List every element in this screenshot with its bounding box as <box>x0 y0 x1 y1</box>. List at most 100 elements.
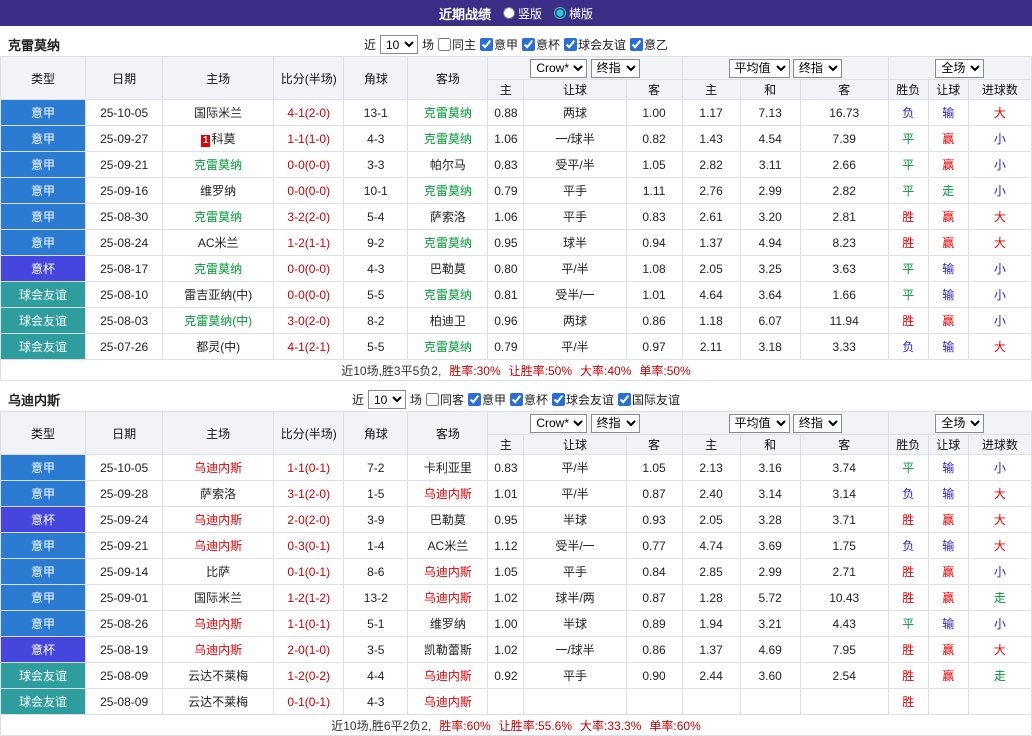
match-score[interactable]: 0-3(0-1) <box>273 532 345 559</box>
bookmaker-select[interactable]: Crow* <box>530 58 588 78</box>
match-score[interactable]: 3-0(2-0) <box>273 307 345 334</box>
away-team[interactable]: 巴勒莫 <box>407 506 489 533</box>
home-team[interactable]: 云达不莱梅 <box>162 662 275 689</box>
league-filter[interactable]: 意杯 <box>522 36 560 53</box>
away-team[interactable]: 克雷莫纳 <box>407 333 489 360</box>
same-venue-checkbox[interactable] <box>425 393 439 406</box>
match-score[interactable]: 2-0(2-0) <box>273 506 345 533</box>
match-score[interactable]: 1-2(1-1) <box>273 229 345 256</box>
match-score[interactable]: 2-0(1-0) <box>273 636 345 663</box>
same-venue-filter[interactable]: 同主 <box>437 36 476 53</box>
away-team[interactable]: 克雷莫纳 <box>407 229 489 256</box>
home-team[interactable]: 乌迪内斯 <box>162 506 275 533</box>
scope-select[interactable]: 全场 <box>935 413 985 433</box>
home-team[interactable]: 都灵(中) <box>162 333 275 360</box>
final-odds-select[interactable]: 终指 <box>590 413 640 433</box>
away-team[interactable]: AC米兰 <box>407 532 489 559</box>
home-team[interactable]: 乌迪内斯 <box>162 636 275 663</box>
away-team[interactable]: 乌迪内斯 <box>407 558 489 585</box>
home-team[interactable]: 雷吉亚纳(中) <box>162 281 275 308</box>
league-filter[interactable]: 意甲 <box>479 36 518 53</box>
home-team[interactable]: 克雷莫纳 <box>162 151 275 178</box>
home-team[interactable]: 克雷莫纳(中) <box>162 307 275 334</box>
away-team[interactable]: 乌迪内斯 <box>407 480 489 507</box>
vertical-layout-radio[interactable] <box>502 7 515 19</box>
match-score[interactable]: 0-0(0-0) <box>273 255 345 282</box>
horizontal-layout-radio[interactable] <box>554 7 566 19</box>
layout-vertical-option[interactable]: 竖版 <box>502 5 542 22</box>
league-checkbox[interactable] <box>552 393 566 406</box>
same-venue-filter[interactable]: 同客 <box>425 391 464 408</box>
match-score[interactable]: 1-1(0-1) <box>273 610 345 637</box>
away-team[interactable]: 乌迪内斯 <box>407 662 489 689</box>
home-team[interactable]: 1 科莫 <box>162 125 275 152</box>
home-team[interactable]: 国际米兰 <box>162 99 275 126</box>
home-team[interactable]: 国际米兰 <box>162 584 275 611</box>
scope-select[interactable]: 全场 <box>935 58 985 78</box>
away-team[interactable]: 帕尔马 <box>407 151 489 178</box>
bookmaker-select[interactable]: Crow* <box>530 413 588 433</box>
home-team[interactable]: 乌迪内斯 <box>162 610 275 637</box>
match-score[interactable]: 1-2(0-2) <box>273 662 345 689</box>
home-team[interactable]: 乌迪内斯 <box>162 532 275 559</box>
league-checkbox[interactable] <box>510 393 523 406</box>
league-checkbox[interactable] <box>522 38 535 51</box>
away-team[interactable]: 维罗纳 <box>407 610 489 637</box>
match-score[interactable]: 1-1(1-0) <box>273 125 345 152</box>
match-score[interactable]: 0-0(0-0) <box>273 281 345 308</box>
away-team[interactable]: 凯勒蕾斯 <box>407 636 489 663</box>
final-odds-select-2[interactable]: 终指 <box>792 413 842 433</box>
league-checkbox[interactable] <box>479 38 493 51</box>
home-team[interactable]: 乌迪内斯 <box>162 454 275 481</box>
away-team[interactable]: 乌迪内斯 <box>407 688 489 715</box>
league-filter[interactable]: 意杯 <box>510 391 548 408</box>
home-team[interactable]: AC米兰 <box>162 229 275 256</box>
home-team[interactable]: 云达不莱梅 <box>162 688 275 715</box>
home-team[interactable]: 萨索洛 <box>162 480 275 507</box>
away-team[interactable]: 乌迪内斯 <box>407 584 489 611</box>
filter-bar: 近 10 场 同主 意甲 意杯 球会友谊 意乙 <box>364 35 668 54</box>
match-score[interactable]: 1-1(0-1) <box>273 454 345 481</box>
match-score[interactable]: 1-2(1-2) <box>273 584 345 611</box>
match-score[interactable]: 4-1(2-0) <box>273 99 345 126</box>
home-team[interactable]: 比萨 <box>162 558 275 585</box>
match-count-select[interactable]: 10 <box>367 390 406 409</box>
away-team[interactable]: 克雷莫纳 <box>407 99 489 126</box>
away-team[interactable]: 巴勒莫 <box>407 255 489 282</box>
home-team[interactable]: 克雷莫纳 <box>162 255 275 282</box>
final-odds-select[interactable]: 终指 <box>590 58 640 78</box>
match-score[interactable]: 0-0(0-0) <box>273 177 345 204</box>
home-team[interactable]: 克雷莫纳 <box>162 203 275 230</box>
layout-horizontal-option[interactable]: 横版 <box>554 5 593 22</box>
match-row: 意甲 25-09-27 1 科莫 1-1(1-0) 4-3 克雷莫纳 1.06 一/球半 0.82… <box>0 125 1032 152</box>
away-team[interactable]: 克雷莫纳 <box>407 125 489 152</box>
average-odds-select[interactable]: 平均值 <box>728 413 790 433</box>
home-team[interactable]: 维罗纳 <box>162 177 275 204</box>
match-count-select[interactable]: 10 <box>379 35 418 54</box>
league-filter[interactable]: 球会友谊 <box>552 391 614 408</box>
league-checkbox[interactable] <box>564 38 578 51</box>
league-checkbox[interactable] <box>467 393 481 406</box>
league-checkbox[interactable] <box>630 38 644 51</box>
match-score[interactable]: 4-1(2-1) <box>273 333 345 360</box>
match-score[interactable]: 0-1(0-1) <box>273 558 345 585</box>
league-filter[interactable]: 意甲 <box>467 391 506 408</box>
away-team[interactable]: 柏迪卫 <box>407 307 489 334</box>
league-checkbox[interactable] <box>618 393 632 406</box>
corner-score: 3-9 <box>343 506 409 533</box>
away-team[interactable]: 萨索洛 <box>407 203 489 230</box>
final-odds-select-2[interactable]: 终指 <box>792 58 842 78</box>
match-score[interactable]: 3-1(2-0) <box>273 480 345 507</box>
match-score[interactable]: 0-0(0-0) <box>273 151 345 178</box>
league-filter[interactable]: 国际友谊 <box>618 391 680 408</box>
same-venue-checkbox[interactable] <box>437 38 451 51</box>
league-filter[interactable]: 意乙 <box>630 36 668 53</box>
average-odds-select[interactable]: 平均值 <box>728 58 790 78</box>
away-team[interactable]: 克雷莫纳 <box>407 177 489 204</box>
away-team[interactable]: 卡利亚里 <box>407 454 489 481</box>
match-score[interactable]: 0-1(0-1) <box>273 688 345 715</box>
result-cell: 小 <box>967 454 1032 481</box>
match-score[interactable]: 3-2(2-0) <box>273 203 345 230</box>
league-filter[interactable]: 球会友谊 <box>564 36 626 53</box>
away-team[interactable]: 克雷莫纳 <box>407 281 489 308</box>
